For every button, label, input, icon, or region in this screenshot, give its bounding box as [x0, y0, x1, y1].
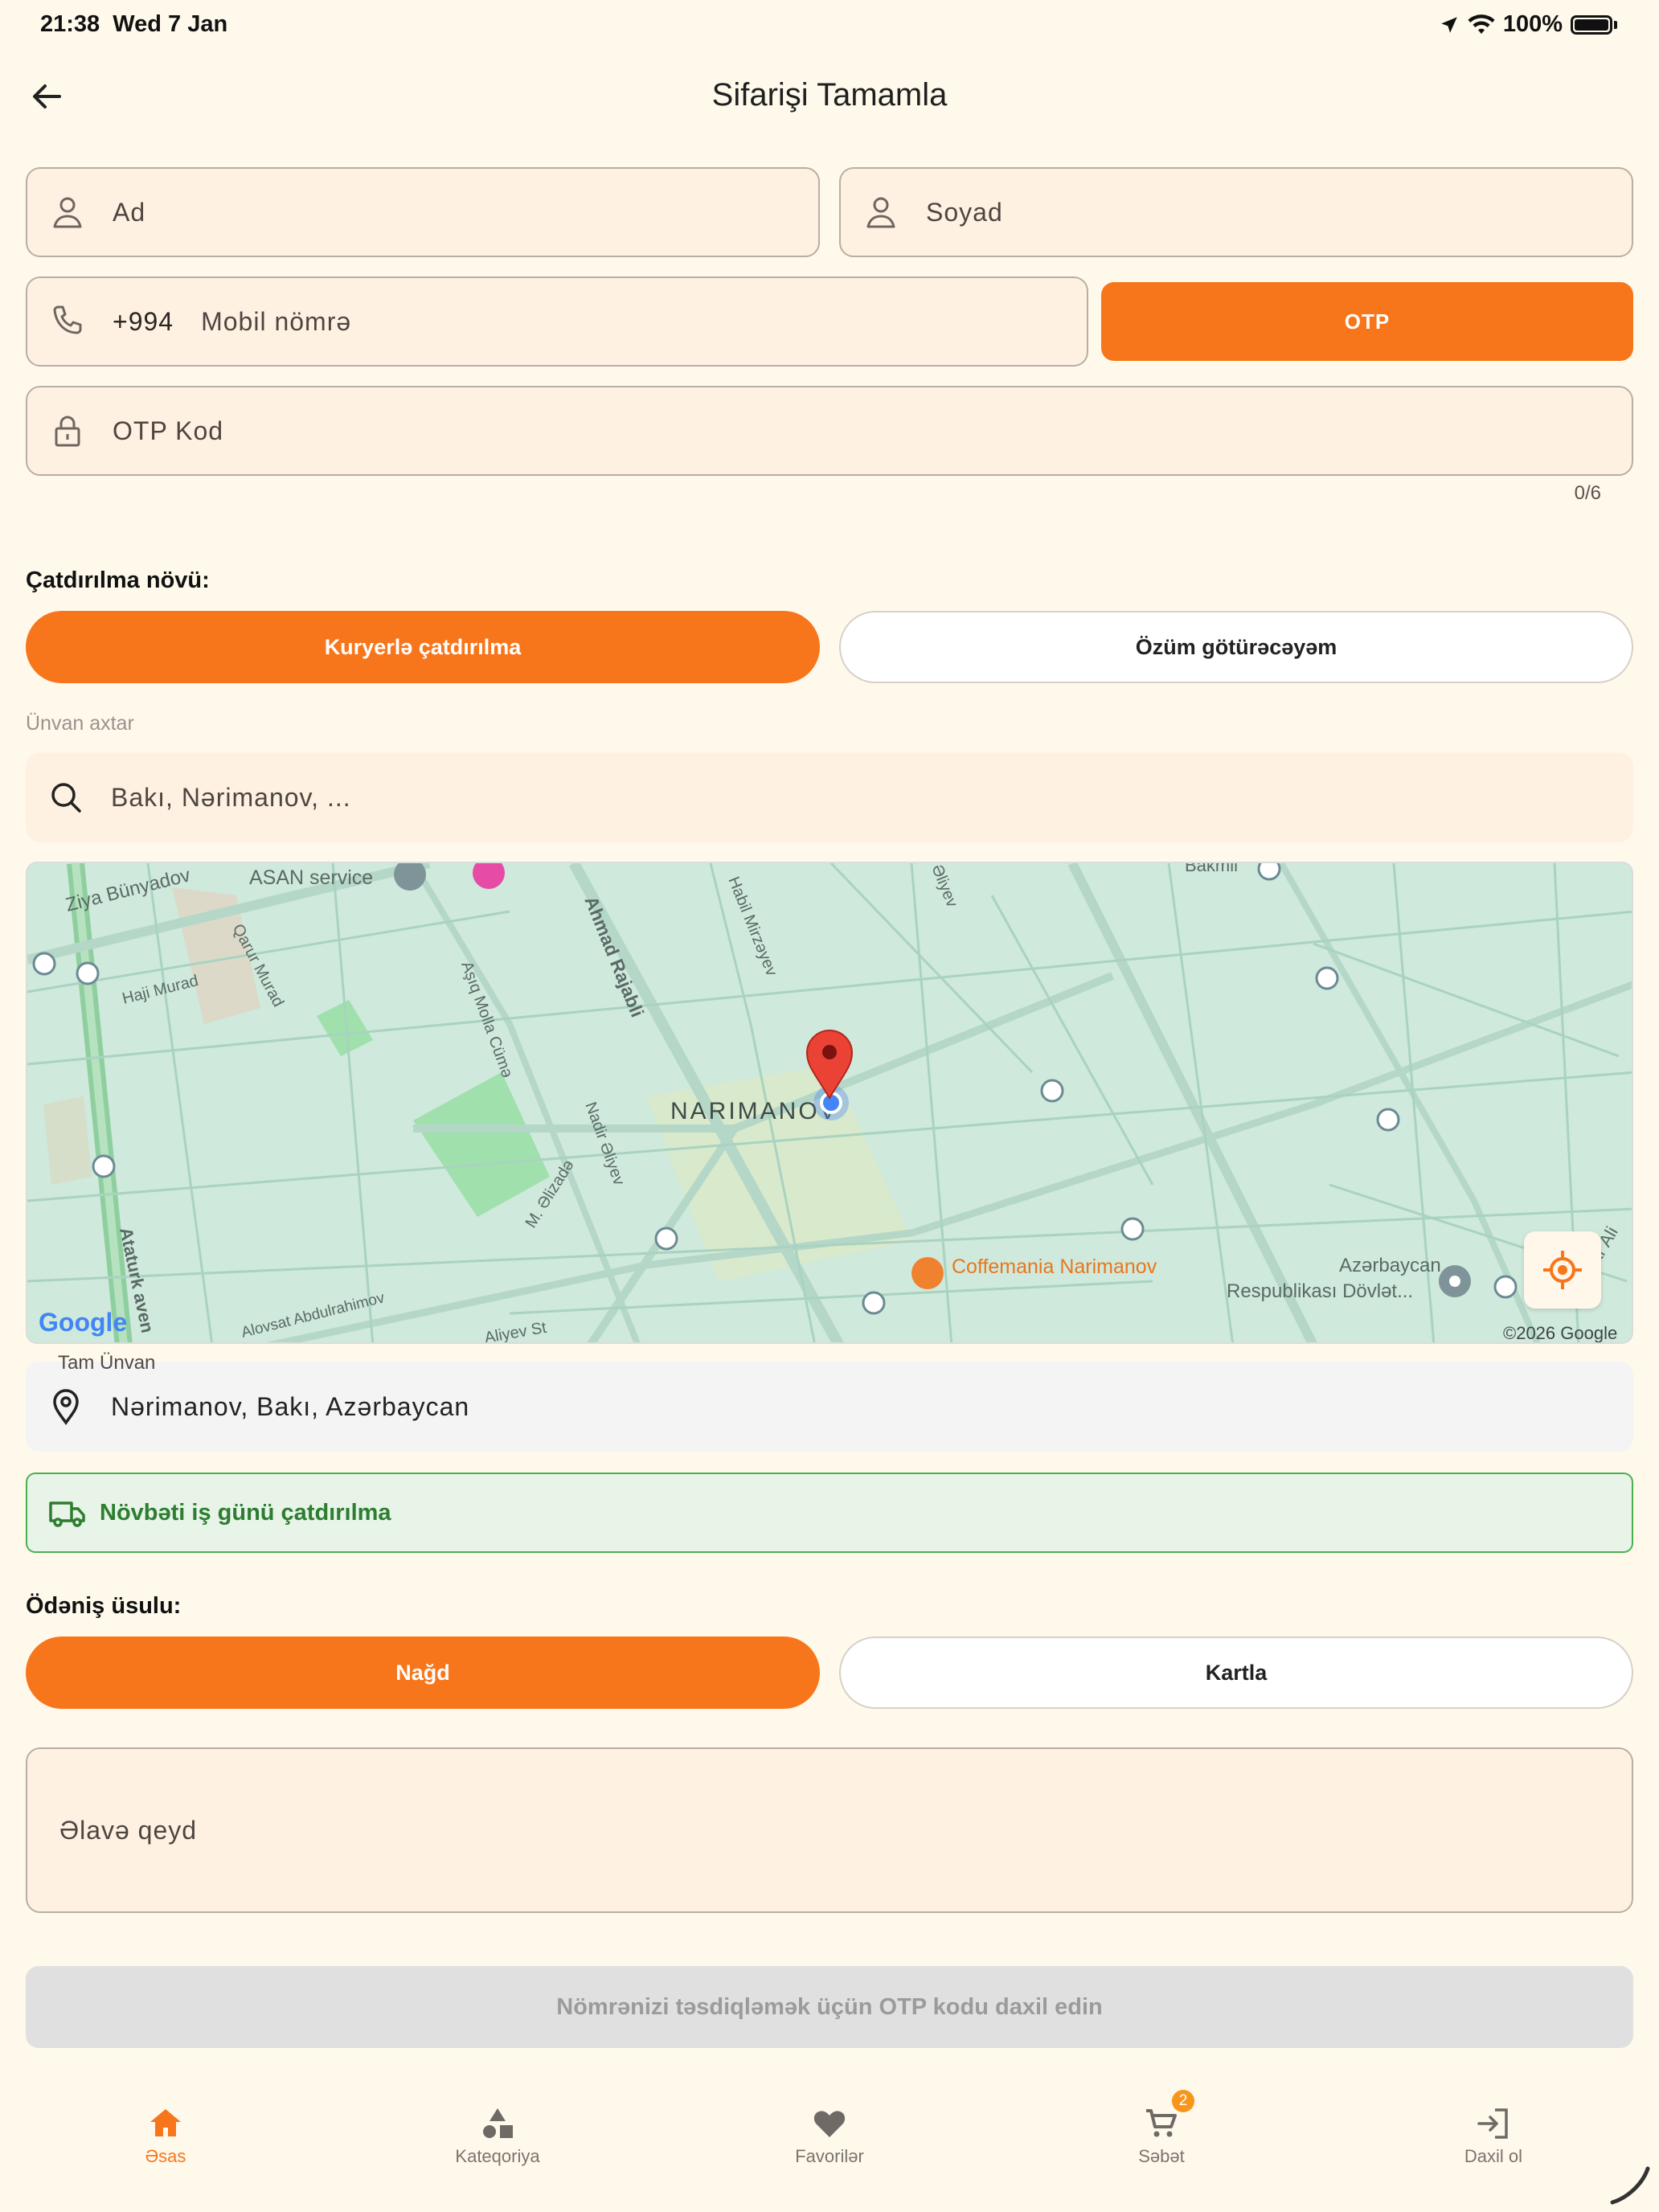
- submit-button[interactable]: Nömrənizi təsdiqləmək üçün OTP kodu daxi…: [26, 1966, 1633, 2048]
- payment-method-label: Ödəniş üsulu:: [26, 1593, 182, 1619]
- tab-cart-label: Səbət: [1138, 2146, 1185, 2166]
- tab-home[interactable]: Əsas: [69, 2106, 262, 2167]
- full-address-value: Nərimanov, Bakı, Azərbaycan: [111, 1391, 470, 1421]
- map-label-bakmil: Bakmil: [1185, 863, 1238, 875]
- wifi-icon: [1468, 14, 1495, 34]
- lock-icon: [55, 416, 80, 447]
- delivery-notice-text: Növbəti iş günü çatdırılma: [100, 1499, 391, 1526]
- first-name-input[interactable]: Ad: [26, 167, 820, 257]
- address-search-input[interactable]: Bakı, Nərimanov, ...: [26, 752, 1633, 842]
- tab-favorites-label: Favorilər: [795, 2146, 864, 2166]
- map-canvas: Ziya Bünyadov ASAN service Qarur Murad H…: [27, 863, 1632, 1343]
- page-title: Sifarişi Tamamla: [711, 77, 948, 113]
- google-logo: Google: [39, 1308, 127, 1337]
- pickup-option[interactable]: Özüm götürəcəyəm: [839, 611, 1633, 683]
- home-indicator-corner: [1610, 2166, 1650, 2205]
- map-label-azerbaijan2: Respublikası Dövlət...: [1227, 1280, 1413, 1302]
- address-search-label: Ünvan axtar: [26, 712, 134, 735]
- person-icon: [866, 197, 895, 228]
- map-label-district: NARIMANOV: [670, 1098, 838, 1124]
- phone-input[interactable]: +994 Mobil nömrə: [26, 276, 1088, 367]
- map-label-asan: ASAN service: [249, 866, 373, 889]
- status-clock: 21:38: [40, 11, 100, 37]
- last-name-input[interactable]: Soyad: [839, 167, 1633, 257]
- card-option[interactable]: Kartla: [839, 1636, 1633, 1709]
- note-textarea[interactable]: Əlavə qeyd: [26, 1747, 1633, 1913]
- map-view[interactable]: Ziya Bünyadov ASAN service Qarur Murad H…: [26, 862, 1633, 1344]
- battery-percent: 100%: [1502, 11, 1563, 37]
- tab-cart[interactable]: Səbət 2: [1065, 2090, 1258, 2167]
- cart-icon: [1146, 2109, 1177, 2137]
- tab-login[interactable]: Daxil ol: [1397, 2106, 1590, 2167]
- phone-prefix: +994: [113, 306, 174, 336]
- courier-delivery-option[interactable]: Kuryerlə çatdırılma: [26, 611, 820, 683]
- otp-button[interactable]: OTP: [1101, 282, 1633, 361]
- crosshair-icon: [1543, 1251, 1582, 1289]
- location-arrow-icon: [1441, 16, 1457, 33]
- battery-tip: [1614, 20, 1617, 29]
- status-date: Wed 7 Jan: [113, 11, 228, 37]
- otp-counter: 0/6: [1574, 482, 1601, 504]
- otp-code-input[interactable]: OTP Kod: [26, 386, 1633, 476]
- truck-icon: [49, 1501, 85, 1527]
- map-label-coffee: Coffemania Narimanov: [952, 1256, 1157, 1278]
- login-icon: [1477, 2108, 1508, 2139]
- heart-icon: [813, 2111, 846, 2137]
- otp-code-placeholder: OTP Kod: [113, 416, 224, 445]
- tab-category[interactable]: Kateqoriya: [401, 2106, 594, 2167]
- my-location-button[interactable]: [1524, 1231, 1601, 1309]
- category-icon: [483, 2108, 513, 2138]
- map-copyright: ©2026 Google: [1503, 1323, 1617, 1343]
- first-name-placeholder: Ad: [113, 197, 146, 227]
- phone-placeholder: Mobil nömrə: [201, 306, 352, 336]
- person-icon: [53, 197, 82, 228]
- cash-option[interactable]: Nağd: [26, 1636, 820, 1709]
- phone-icon: [53, 305, 82, 334]
- tab-category-label: Kateqoriya: [455, 2146, 540, 2166]
- block-area: [43, 1096, 92, 1185]
- battery-icon: [1571, 14, 1612, 35]
- full-address-field[interactable]: Nərimanov, Bakı, Azərbaycan: [26, 1362, 1633, 1452]
- tab-favorites[interactable]: Favorilər: [733, 2106, 926, 2167]
- last-name-placeholder: Soyad: [926, 197, 1003, 227]
- full-address-label: Tam Ünvan: [58, 1352, 156, 1374]
- search-icon: [51, 783, 81, 813]
- delivery-type-label: Çatdırılma növü:: [26, 567, 210, 593]
- status-time: 21:38 Wed 7 Jan: [40, 11, 227, 38]
- home-icon: [150, 2109, 181, 2136]
- cart-badge: 2: [1172, 2090, 1194, 2112]
- note-placeholder: Əlavə qeyd: [59, 1815, 198, 1845]
- address-search-placeholder: Bakı, Nərimanov, ...: [111, 782, 351, 812]
- map-label-azerbaijan1: Azərbaycan: [1339, 1255, 1441, 1276]
- location-pin-icon: [53, 1389, 79, 1425]
- tab-login-label: Daxil ol: [1464, 2146, 1523, 2166]
- delivery-notice: Növbəti iş günü çatdırılma: [26, 1473, 1633, 1553]
- status-indicators: 100%: [1439, 11, 1617, 38]
- tab-home-label: Əsas: [145, 2146, 186, 2166]
